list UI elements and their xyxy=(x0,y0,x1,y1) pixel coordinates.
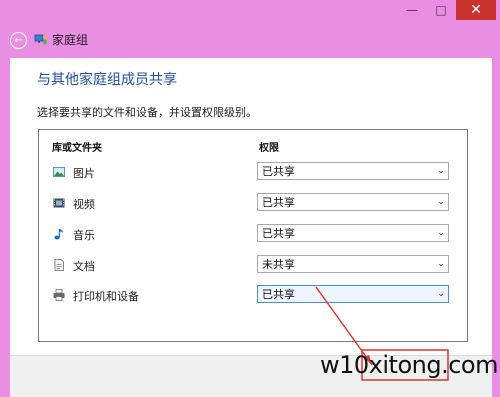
chevron-down-icon: ⌄ xyxy=(437,259,445,269)
breadcrumb-title: 家庭组 xyxy=(52,33,89,47)
row-name-documents: 文档 xyxy=(73,260,95,273)
chevron-down-icon: ⌄ xyxy=(437,228,445,238)
minimize-button[interactable]: — xyxy=(398,0,426,20)
address-bar: ← 家庭组 xyxy=(0,24,500,58)
permission-select-pictures[interactable]: 已共享 ⌄ xyxy=(257,162,449,180)
permission-value: 已共享 xyxy=(262,165,295,178)
row-name-pictures: 图片 xyxy=(73,167,95,180)
permission-value: 已共享 xyxy=(262,288,295,301)
chevron-down-icon: ⌄ xyxy=(437,289,445,299)
close-button[interactable]: ✕ xyxy=(456,0,496,20)
row-name-music: 音乐 xyxy=(73,229,95,242)
title-bar: — □ ✕ xyxy=(0,0,500,24)
videos-icon xyxy=(53,198,65,208)
row-name-printers: 打印机和设备 xyxy=(73,290,139,303)
page-description: 选择要共享的文件和设备，并设置权限级别。 xyxy=(37,106,257,119)
chevron-down-icon: ⌄ xyxy=(437,166,445,176)
back-button[interactable]: ← xyxy=(10,32,27,49)
homegroup-window: — □ ✕ ← 家庭组 与其他家庭组成员共享 选择要共享的文件和设备，并设置权限… xyxy=(0,0,500,397)
documents-icon xyxy=(54,259,64,271)
page-title: 与其他家庭组成员共享 xyxy=(37,72,177,88)
permission-value: 已共享 xyxy=(262,196,295,209)
column-header-library: 库或文件夹 xyxy=(52,143,102,154)
pictures-icon xyxy=(53,167,65,177)
homegroup-icon xyxy=(34,34,47,45)
watermark-text: w10xitong.com xyxy=(320,351,498,379)
permission-value: 已共享 xyxy=(262,227,295,240)
row-name-videos: 视频 xyxy=(73,198,95,211)
music-icon xyxy=(54,229,63,240)
permission-select-printers[interactable]: 已共享 ⌄ xyxy=(257,285,449,303)
permission-select-documents[interactable]: 未共享 ⌄ xyxy=(257,255,449,273)
column-header-permission: 权限 xyxy=(259,143,279,154)
permission-select-videos[interactable]: 已共享 ⌄ xyxy=(257,193,449,211)
printer-icon xyxy=(53,289,65,301)
share-list: 库或文件夹 权限 图片 已共享 ⌄ 视频 已共享 ⌄ 音乐 已共享 ⌄ 文档 未… xyxy=(38,129,468,342)
maximize-button[interactable]: □ xyxy=(428,0,454,20)
chevron-down-icon: ⌄ xyxy=(437,197,445,207)
content-panel: 与其他家庭组成员共享 选择要共享的文件和设备，并设置权限级别。 库或文件夹 权限… xyxy=(10,58,492,397)
permission-select-music[interactable]: 已共享 ⌄ xyxy=(257,224,449,242)
permission-value: 未共享 xyxy=(262,258,295,271)
